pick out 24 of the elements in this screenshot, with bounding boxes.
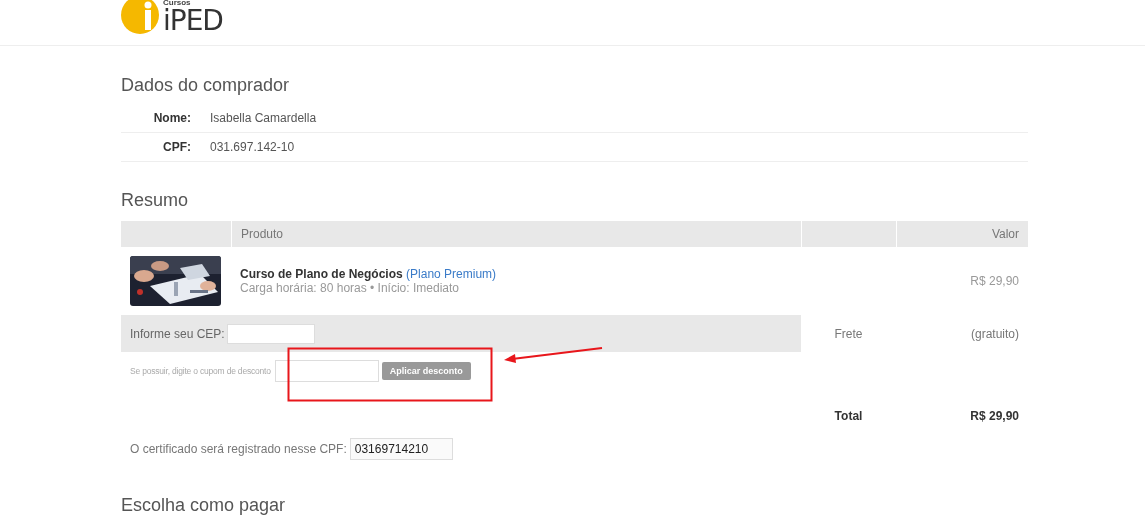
cpf-field[interactable]: 03169714210: [349, 438, 453, 460]
field-value: 031.697.142-10: [210, 140, 296, 154]
shipping-label: Frete: [834, 326, 863, 341]
price-value: R$ 29,90: [970, 274, 1019, 288]
logo-name: iPED: [163, 7, 223, 34]
column-header: Produto: [231, 221, 801, 247]
section-title: Escolha como pagar: [121, 495, 1028, 524]
coupon-field[interactable]: [274, 360, 379, 382]
product-details: Carga horária: 80 horas • Início: Imediato: [240, 281, 460, 295]
product-name: Curso de Plano de Negócios (Plano Premium): [240, 267, 497, 281]
shipping-value: (gratuito): [970, 326, 1019, 341]
logo-tagline: Cursos: [163, 0, 192, 7]
column-header: Valor: [896, 221, 1028, 247]
field-label: CPF:: [162, 140, 191, 154]
field-value: Isabella Camardella: [210, 111, 318, 125]
total-label: Total: [834, 409, 863, 423]
section-title: Dados do comprador: [121, 75, 291, 96]
field-label: Nome:: [152, 111, 191, 125]
certificate-label: O certificado será registrado nesse CPF:: [130, 442, 347, 456]
cep-label: Informe seu CEP:: [130, 326, 225, 341]
cep-field[interactable]: [226, 323, 315, 344]
coupon-label: Se possuir, digite o cupom de desconto: [130, 365, 271, 378]
total-value: R$ 29,90: [970, 409, 1019, 423]
section-title: Resumo: [121, 190, 190, 211]
